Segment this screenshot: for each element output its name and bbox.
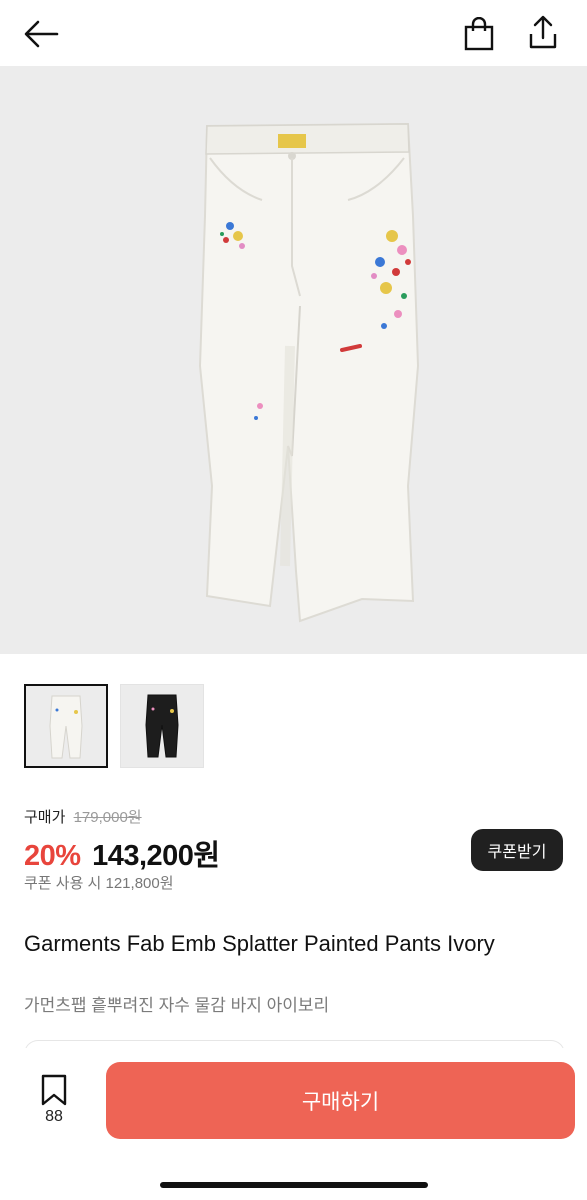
- product-title-korean: 가먼츠팹 흩뿌려진 자수 물감 바지 아이보리: [24, 996, 330, 1015]
- ivory-pants-thumbnail: [49, 695, 83, 759]
- arrow-left-icon: [24, 20, 59, 48]
- thumbnail-strip: [24, 684, 204, 768]
- get-coupon-button[interactable]: 쿠폰받기: [471, 829, 563, 871]
- product-image[interactable]: [0, 66, 587, 654]
- discount-rate: 20%: [24, 840, 81, 872]
- share-upload-icon: [529, 15, 557, 49]
- coupon-price: 쿠폰 사용 시 121,800원: [24, 875, 174, 892]
- price-label-row: 구매가 179,000원: [24, 806, 142, 827]
- shopping-bag-button[interactable]: [456, 12, 502, 56]
- product-title: Garments Fab Emb Splatter Painted Pants …: [24, 931, 495, 956]
- home-indicator: [160, 1182, 428, 1188]
- black-pants-thumbnail: [145, 694, 179, 758]
- thumbnail-ivory[interactable]: [24, 684, 108, 768]
- bottom-action-bar: 88 구매하기: [0, 1048, 587, 1200]
- bookmark-button[interactable]: 88: [24, 1070, 86, 1132]
- buy-button[interactable]: 구매하기: [106, 1062, 575, 1139]
- sale-price-row: 20% 143,200원: [24, 832, 220, 874]
- back-button[interactable]: [18, 12, 64, 56]
- final-price: 143,200원: [92, 840, 220, 872]
- shopping-bag-icon: [464, 17, 494, 51]
- thumbnail-black[interactable]: [120, 684, 204, 768]
- share-button[interactable]: [520, 10, 566, 54]
- bookmark-count: 88: [45, 1108, 63, 1125]
- price-label: 구매가: [24, 809, 66, 826]
- bookmark-icon: [41, 1074, 67, 1106]
- original-price: 179,000원: [73, 809, 142, 826]
- ivory-pants-photo: [198, 122, 420, 623]
- top-navigation-bar: [0, 0, 587, 66]
